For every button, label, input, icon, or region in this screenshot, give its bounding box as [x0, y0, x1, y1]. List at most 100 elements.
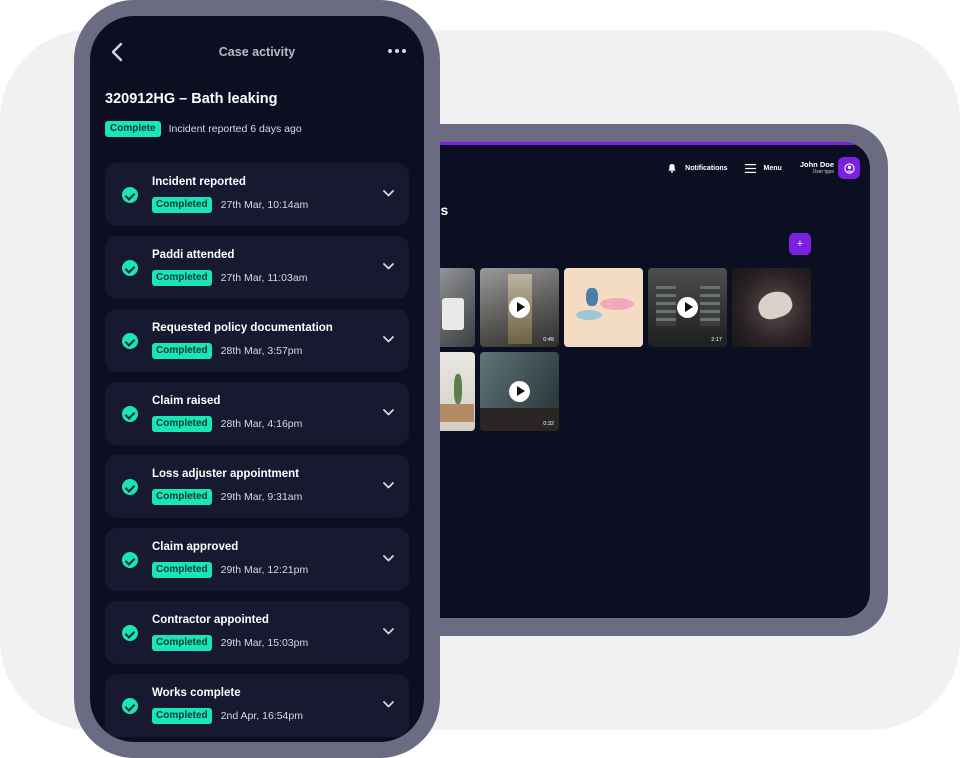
- activity-card[interactable]: Works complete Completed 2nd Apr, 16:54p…: [105, 674, 409, 737]
- shelf-shape: [700, 286, 720, 326]
- activity-meta: Completed 27th Mar, 10:14am: [152, 197, 308, 213]
- status-badge: Completed: [152, 343, 212, 359]
- tablet-accent-bar: [372, 142, 870, 145]
- activity-meta: Completed 29th Mar, 12:21pm: [152, 562, 308, 578]
- user-type: User type: [812, 169, 834, 175]
- activity-title: Claim raised: [152, 395, 221, 407]
- chevron-down-icon[interactable]: [383, 409, 394, 416]
- bell-icon: [668, 164, 676, 173]
- chevron-down-icon[interactable]: [383, 190, 394, 197]
- activity-date: 27th Mar, 11:03am: [220, 272, 308, 284]
- table-top-shape: [600, 298, 634, 310]
- chevron-down-icon[interactable]: [383, 482, 394, 489]
- case-status-row: Complete Incident reported 6 days ago: [105, 121, 302, 137]
- status-badge: Complete: [105, 121, 161, 137]
- chair-shape: [442, 298, 464, 330]
- chevron-down-icon[interactable]: [383, 263, 394, 270]
- status-badge: Completed: [152, 708, 212, 724]
- notifications-button[interactable]: Notifications: [667, 163, 728, 173]
- avatar[interactable]: [838, 157, 860, 179]
- activity-card[interactable]: Requested policy documentation Completed…: [105, 309, 409, 372]
- chevron-down-icon[interactable]: [383, 336, 394, 343]
- activity-title: Requested policy documentation: [152, 322, 333, 334]
- activity-card[interactable]: Claim approved Completed 29th Mar, 12:21…: [105, 528, 409, 591]
- case-title: 320912HG – Bath leaking: [105, 91, 278, 107]
- media-thumbnail-video[interactable]: 0:32: [480, 352, 559, 431]
- video-duration: 0:49: [543, 337, 554, 343]
- video-duration: 0:32: [543, 421, 554, 427]
- dot: [402, 49, 406, 53]
- activity-title: Claim approved: [152, 541, 239, 553]
- activity-date: 2nd Apr, 16:54pm: [220, 710, 303, 722]
- activity-meta: Completed 29th Mar, 15:03pm: [152, 635, 308, 651]
- cabinet-shape: [434, 404, 474, 422]
- activity-meta: Completed 28th Mar, 3:57pm: [152, 343, 302, 359]
- check-circle-icon: [122, 479, 138, 495]
- chevron-down-icon[interactable]: [383, 701, 394, 708]
- check-circle-icon: [122, 698, 138, 714]
- activity-title: Incident reported: [152, 176, 246, 188]
- activity-title: Paddi attended: [152, 249, 235, 261]
- phone-screen: Case activity 320912HG – Bath leaking Co…: [90, 16, 424, 742]
- user-info[interactable]: John Doe User type: [800, 160, 834, 176]
- table-top-shape: [576, 310, 602, 320]
- status-badge: Completed: [152, 416, 212, 432]
- hamburger-icon: [744, 163, 756, 173]
- activity-meta: Completed 27th Mar, 11:03am: [152, 270, 307, 286]
- activity-date: 29th Mar, 15:03pm: [220, 637, 309, 649]
- activity-card[interactable]: Claim raised Completed 28th Mar, 4:16pm: [105, 382, 409, 445]
- status-badge: Completed: [152, 197, 212, 213]
- activity-card[interactable]: Incident reported Completed 27th Mar, 10…: [105, 163, 409, 226]
- status-badge: Completed: [152, 635, 212, 651]
- activity-meta: Completed 29th Mar, 9:31am: [152, 489, 302, 505]
- more-options-icon[interactable]: [388, 49, 406, 53]
- media-thumbnail[interactable]: [564, 268, 643, 347]
- add-media-button[interactable]: +: [789, 233, 811, 255]
- status-badge: Completed: [152, 489, 212, 505]
- check-circle-icon: [122, 625, 138, 641]
- activity-date: 28th Mar, 3:57pm: [220, 345, 303, 357]
- plant-shape: [454, 374, 462, 404]
- chair-shape: [586, 288, 598, 306]
- check-circle-icon: [122, 552, 138, 568]
- dot: [388, 49, 392, 53]
- status-badge: Completed: [152, 562, 212, 578]
- check-circle-icon: [122, 187, 138, 203]
- activity-title: Loss adjuster appointment: [152, 468, 299, 480]
- case-status-text: Incident reported 6 days ago: [168, 123, 302, 135]
- floor-shape: [480, 408, 559, 431]
- notifications-label: Notifications: [685, 164, 728, 172]
- activity-date: 29th Mar, 9:31am: [220, 491, 303, 503]
- activity-meta: Completed 2nd Apr, 16:54pm: [152, 708, 303, 724]
- status-badge: Completed: [152, 270, 212, 286]
- play-icon[interactable]: [677, 297, 698, 318]
- activity-card[interactable]: Paddi attended Completed 27th Mar, 11:03…: [105, 236, 409, 299]
- media-thumbnail-video[interactable]: 0:49: [480, 268, 559, 347]
- play-icon[interactable]: [509, 297, 530, 318]
- chevron-down-icon[interactable]: [383, 555, 394, 562]
- activity-card[interactable]: Loss adjuster appointment Completed 29th…: [105, 455, 409, 518]
- activity-date: 27th Mar, 10:14am: [220, 199, 309, 211]
- check-circle-icon: [122, 406, 138, 422]
- video-duration: 2:17: [711, 337, 722, 343]
- menu-label: Menu: [763, 164, 782, 172]
- check-circle-icon: [122, 260, 138, 276]
- user-name: John Doe: [799, 160, 834, 169]
- media-thumbnail[interactable]: [732, 268, 811, 347]
- activity-date: 29th Mar, 12:21pm: [220, 564, 309, 576]
- dot: [395, 49, 399, 53]
- activity-title: Works complete: [152, 687, 241, 699]
- media-thumbnail-video[interactable]: 2:17: [648, 268, 727, 347]
- chevron-down-icon[interactable]: [383, 628, 394, 635]
- play-icon[interactable]: [509, 381, 530, 402]
- user-circle-icon: [843, 162, 855, 174]
- activity-date: 28th Mar, 4:16pm: [220, 418, 303, 430]
- chair-shape: [754, 287, 796, 323]
- check-circle-icon: [122, 333, 138, 349]
- activity-meta: Completed 28th Mar, 4:16pm: [152, 416, 302, 432]
- shelf-shape: [656, 286, 676, 326]
- menu-button[interactable]: Menu: [728, 163, 782, 173]
- activity-title: Contractor appointed: [152, 614, 269, 626]
- activity-card[interactable]: Contractor appointed Completed 29th Mar,…: [105, 601, 409, 664]
- nav-title: Case activity: [218, 45, 296, 59]
